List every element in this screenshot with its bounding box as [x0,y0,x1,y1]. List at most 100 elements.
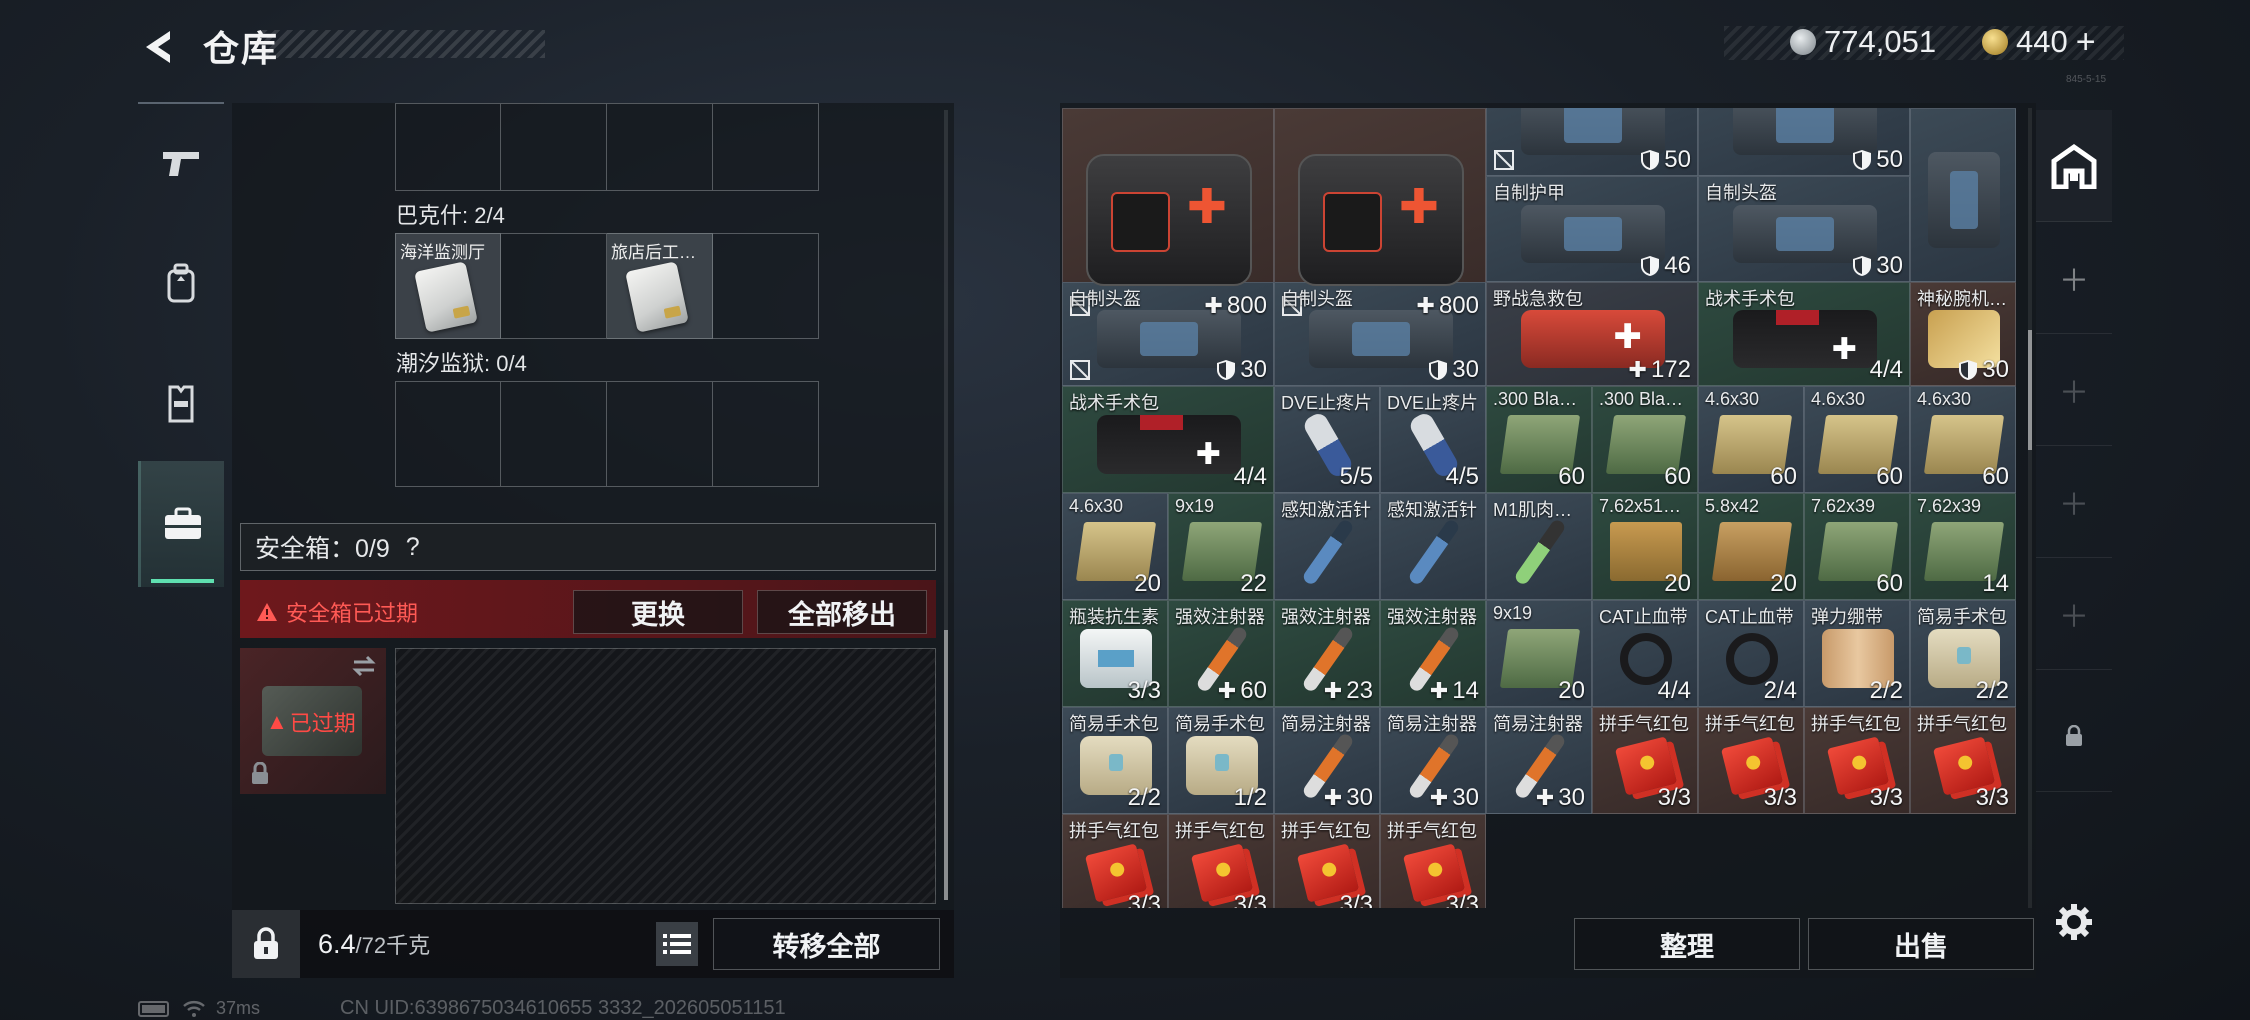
inventory-item[interactable]: M1肌肉… [1486,493,1592,600]
inventory-item[interactable]: 7.62x39 14 [1910,493,2016,600]
inventory-item[interactable]: 战术手术包 4/4 [1062,386,1274,493]
slot[interactable] [501,381,607,487]
inventory-item[interactable]: 简易注射器 ✚ 30 [1380,707,1486,814]
tab-backpack[interactable] [138,223,224,343]
inventory-item[interactable]: 9x19 22 [1168,493,1274,600]
inventory-item[interactable]: 5.8x42 20 [1698,493,1804,600]
inventory-item[interactable]: 野战急救包 ✚172 [1486,282,1698,386]
move-all-out-button[interactable]: 全部移出 [757,590,927,634]
inventory-item[interactable]: 简易手术包 2/2 [1910,600,2016,707]
inventory-item[interactable] [1910,108,2016,282]
add-gold-icon[interactable]: + [2076,23,2096,62]
inventory-item[interactable]: 9x19 20 [1486,600,1592,707]
gold-currency[interactable]: 440 + [1982,23,2096,62]
slot[interactable] [501,233,607,339]
inventory-item[interactable]: 简易注射器 ✚ 30 [1274,707,1380,814]
inventory-item[interactable]: 拼手气红包 3/3 [1910,707,2016,814]
inventory-item[interactable]: 简易手术包 2/2 [1062,707,1168,814]
safe-box-grid[interactable] [395,648,936,904]
inventory-item[interactable]: DVE止疼片 5/5 [1274,386,1380,493]
inventory-item[interactable]: .300 Bla… 60 [1592,386,1698,493]
inventory-item[interactable]: 拼手气红包 3/3 [1274,814,1380,908]
heal-icon: ✚ [1217,678,1237,703]
transfer-all-button[interactable]: 转移全部 [713,918,940,970]
slot[interactable] [713,103,819,191]
inventory-item[interactable]: 拼手气红包 3/3 [1380,814,1486,908]
inventory-item[interactable]: 强效注射器 ✚ 23 [1274,600,1380,707]
add-page-button[interactable]: ＋ [2036,446,2112,558]
inventory-item[interactable]: 弹力绷带 2/2 [1804,600,1910,707]
inventory-item[interactable]: CAT止血带 2/4 [1698,600,1804,707]
sell-button[interactable]: 出售 [1808,918,2034,970]
item-count-value: 60 [1664,463,1691,490]
inventory-item[interactable]: 50 [1698,108,1910,176]
inventory-item[interactable]: 简易注射器 ✚ 30 [1486,707,1592,814]
inventory-item[interactable]: 4.6x30 20 [1062,493,1168,600]
inventory-item[interactable]: 4.6x30 60 [1804,386,1910,493]
back-button[interactable] [135,25,185,69]
inventory-item[interactable]: 简易手术包 1/2 [1168,707,1274,814]
inventory-item[interactable]: 拼手气红包 3/3 [1168,814,1274,908]
inventory-scrollbar-thumb[interactable] [2028,330,2032,450]
add-page-button[interactable]: ＋ [2036,558,2112,670]
title-decoration [262,30,545,58]
collection-item[interactable]: 海洋监测厅 [395,233,501,339]
inventory-item[interactable]: DVE止疼片 4/5 [1380,386,1486,493]
slot[interactable] [395,381,501,487]
warehouse-page-1[interactable] [2036,110,2112,222]
inventory-item[interactable]: 强效注射器 ✚ 60 [1168,600,1274,707]
inventory-scrollbar-track[interactable] [2028,108,2032,908]
slot[interactable] [713,233,819,339]
inventory-item[interactable]: 感知激活针 [1274,493,1380,600]
inventory-item[interactable]: 感知激活针 [1380,493,1486,600]
heal-icon: ✚ [1323,678,1343,703]
inventory-item[interactable]: 拼手气红包 3/3 [1592,707,1698,814]
add-page-button[interactable]: ＋ [2036,334,2112,446]
inventory-item[interactable]: 4.6x30 60 [1698,386,1804,493]
tab-weapons[interactable] [138,103,224,223]
replace-button[interactable]: 更换 [573,590,743,634]
slot[interactable] [607,381,713,487]
swap-icon[interactable] [350,654,378,678]
inventory-item[interactable]: 7.62x39 60 [1804,493,1910,600]
item-name: 强效注射器 [1281,607,1371,627]
slot[interactable] [713,381,819,487]
inventory-item[interactable]: 自制头盔 30 [1698,176,1910,282]
safe-box-item[interactable]: ▲ 已过期 [240,648,386,794]
left-scrollbar-thumb[interactable] [944,630,948,900]
sort-button[interactable]: 整理 [1574,918,1800,970]
inventory-item[interactable]: 强效注射器 ✚ 14 [1380,600,1486,707]
tab-safe-box[interactable] [138,461,224,587]
inventory-item[interactable]: 拼手气红包 3/3 [1698,707,1804,814]
help-icon[interactable]: ? [406,533,420,562]
locked-page[interactable] [2036,680,2112,792]
no-trade-icon [1494,150,1514,170]
slot[interactable] [607,103,713,191]
add-page-button[interactable]: ＋ [2036,222,2112,334]
lock-icon [2066,724,2082,746]
collection-item[interactable]: 旅店后工… [607,233,713,339]
lock-button[interactable] [232,910,300,978]
item-count: 30 [1852,252,1903,280]
back-arrow-icon [146,31,170,63]
slot[interactable] [395,103,501,191]
item-count-value: 3/3 [1975,784,2009,811]
item-count-value: 800 [1438,292,1479,319]
inventory-item[interactable]: 瓶装抗生素 3/3 [1062,600,1168,707]
item-image [1086,153,1252,287]
inventory-item[interactable]: 50 [1486,108,1698,176]
status-bar: 37ms [138,998,260,1019]
list-view-button[interactable] [656,922,698,966]
inventory-item[interactable]: 战术手术包 4/4 [1698,282,1910,386]
tab-vest[interactable] [138,343,224,463]
inventory-item[interactable]: 拼手气红包 3/3 [1804,707,1910,814]
slot[interactable] [501,103,607,191]
inventory-item[interactable]: 4.6x30 60 [1910,386,2016,493]
item-count-value: 20 [1134,570,1161,597]
inventory-item[interactable]: 7.62x51… 20 [1592,493,1698,600]
inventory-item[interactable]: 自制护甲 46 [1486,176,1698,282]
settings-button[interactable] [2036,866,2112,978]
inventory-item[interactable]: .300 Bla… 60 [1486,386,1592,493]
inventory-item[interactable]: 拼手气红包 3/3 [1062,814,1168,908]
inventory-item[interactable]: CAT止血带 4/4 [1592,600,1698,707]
